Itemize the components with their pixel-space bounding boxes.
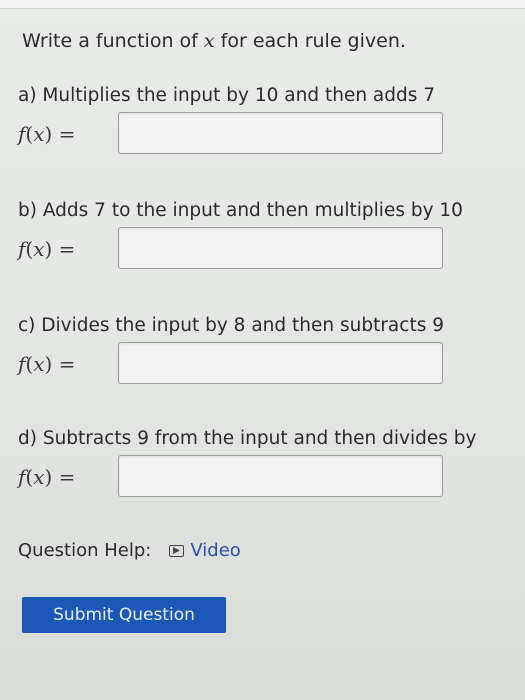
part-c: c) Divides the input by 8 and then subtr… xyxy=(18,315,523,392)
part-a-label: a) Multiplies the input by 10 and then a… xyxy=(18,85,436,106)
play-icon xyxy=(169,544,185,557)
part-c-label: c) Divides the input by 8 and then subtr… xyxy=(18,315,444,336)
answer-input-b[interactable] xyxy=(118,227,443,269)
video-link[interactable]: Video xyxy=(169,540,241,561)
part-b: b) Adds 7 to the input and then multipli… xyxy=(18,200,523,277)
part-b-label: b) Adds 7 to the input and then multipli… xyxy=(18,200,463,221)
question-help-label: Question Help: xyxy=(18,540,152,561)
function-notation: f(x) = xyxy=(18,237,76,261)
question-instructions: Write a function of x for each rule give… xyxy=(22,30,406,52)
video-link-label: Video xyxy=(190,540,241,561)
question-help: Question Help: Video xyxy=(18,540,241,561)
part-d: d) Subtracts 9 from the input and then d… xyxy=(18,428,523,505)
answer-input-a[interactable] xyxy=(118,112,443,154)
answer-input-c[interactable] xyxy=(118,342,443,384)
function-notation: f(x) = xyxy=(18,352,76,376)
answer-input-d[interactable] xyxy=(118,455,443,497)
variable-x: x xyxy=(203,30,215,52)
top-border xyxy=(0,0,525,9)
part-a: a) Multiplies the input by 10 and then a… xyxy=(18,85,523,162)
submit-question-button[interactable]: Submit Question xyxy=(22,597,226,633)
part-d-label: d) Subtracts 9 from the input and then d… xyxy=(18,428,477,449)
function-notation: f(x) = xyxy=(18,122,76,146)
function-notation: f(x) = xyxy=(18,465,76,489)
